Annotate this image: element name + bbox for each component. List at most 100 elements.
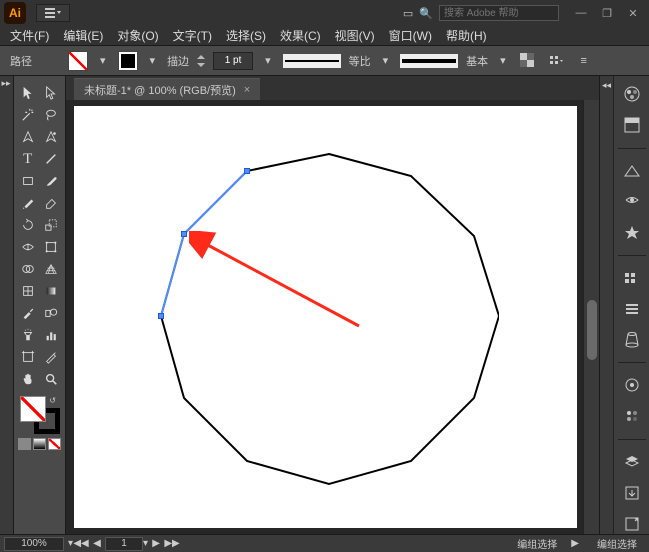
blend-tool[interactable] [40, 302, 64, 324]
perspective-grid-tool[interactable] [40, 258, 64, 280]
menu-type[interactable]: 文字(T) [167, 25, 218, 46]
profile-dropdown[interactable]: ▾ [379, 54, 393, 67]
artboard-tool[interactable] [16, 346, 40, 368]
brushes-panel-icon[interactable] [620, 191, 644, 212]
magic-wand-tool[interactable] [16, 104, 40, 126]
brush-dropdown[interactable]: ▾ [496, 54, 510, 67]
eyedropper-tool[interactable] [16, 302, 40, 324]
fill-swatch[interactable] [68, 51, 88, 71]
menu-file[interactable]: 文件(F) [4, 25, 55, 46]
object-type-label: 路径 [10, 53, 32, 69]
zoom-level-input[interactable]: 100% [4, 537, 64, 551]
stroke-stepper-icon[interactable] [197, 54, 205, 68]
status-arrow-icon[interactable]: ▶ [565, 538, 585, 549]
document-tab[interactable]: 未标题-1* @ 100% (RGB/预览) × [74, 78, 260, 100]
style-icon[interactable] [546, 51, 566, 71]
menu-object[interactable]: 对象(O) [111, 25, 164, 46]
color-guide-panel-icon[interactable] [620, 115, 644, 136]
first-artboard-btn[interactable]: ◀◀ [73, 538, 89, 549]
asset-export-panel-icon[interactable] [620, 482, 644, 503]
scale-tool[interactable] [40, 214, 64, 236]
swatches-panel-icon[interactable] [620, 160, 644, 181]
right-panel-dock [613, 76, 649, 534]
menu-window[interactable]: 窗口(W) [383, 25, 438, 46]
menu-effect[interactable]: 效果(C) [274, 25, 327, 46]
gradient-panel-icon[interactable] [620, 299, 644, 320]
menu-view[interactable]: 视图(V) [329, 25, 381, 46]
anchor-point[interactable] [181, 231, 187, 237]
rectangle-tool[interactable] [16, 170, 40, 192]
eraser-tool[interactable] [40, 192, 64, 214]
color-mode-btn[interactable] [18, 438, 31, 450]
vertical-scrollbar[interactable] [583, 100, 599, 534]
type-tool[interactable]: T [16, 148, 40, 170]
workspace-switcher[interactable] [36, 4, 70, 22]
stroke-dropdown[interactable]: ▾ [146, 54, 160, 67]
prev-artboard-btn[interactable]: ◀ [89, 538, 105, 549]
mesh-tool[interactable] [16, 280, 40, 302]
stroke-swatch[interactable] [118, 51, 138, 71]
none-mode-btn[interactable] [48, 438, 61, 450]
fill-dropdown[interactable]: ▾ [96, 54, 110, 67]
slice-tool[interactable] [40, 346, 64, 368]
selection-tool[interactable] [16, 82, 40, 104]
stroke-panel-icon[interactable] [620, 268, 644, 289]
fill-color-box[interactable] [20, 396, 46, 422]
artboard-canvas[interactable] [74, 106, 577, 528]
close-button[interactable]: ✕ [621, 4, 645, 22]
lasso-tool[interactable] [40, 104, 64, 126]
transparency-panel-icon[interactable] [620, 329, 644, 350]
appearance-panel-icon[interactable] [620, 375, 644, 396]
last-artboard-btn[interactable]: ▶▶ [164, 538, 180, 549]
menu-select[interactable]: 选择(S) [220, 25, 272, 46]
search-input[interactable] [439, 5, 559, 21]
maximize-button[interactable]: ❐ [595, 4, 619, 22]
control-bar: 路径 ▾ ▾ 描边 ▾ 等比 ▾ 基本 ▾ ≡ [0, 46, 649, 76]
hand-tool[interactable] [16, 368, 40, 390]
symbols-panel-icon[interactable] [620, 222, 644, 243]
libraries-panel-icon[interactable] [620, 513, 644, 534]
scrollbar-thumb[interactable] [587, 300, 597, 360]
curvature-tool[interactable] [40, 126, 64, 148]
selection-info: 编组选择 [509, 536, 565, 551]
anchor-point[interactable] [244, 168, 250, 174]
free-transform-tool[interactable] [40, 236, 64, 258]
artboard-number-input[interactable]: 1 [105, 537, 143, 551]
tool-strip-collapse[interactable]: ▸▸ [0, 76, 14, 534]
fill-stroke-control[interactable]: ↺ [20, 396, 60, 434]
direct-selection-tool[interactable] [40, 82, 64, 104]
tab-close-icon[interactable]: × [244, 84, 250, 96]
arrange-docs-icon[interactable]: ▭ [403, 7, 413, 20]
color-panel-icon[interactable] [620, 84, 644, 105]
panel-strip-collapse[interactable]: ◂◂ [599, 76, 613, 534]
pen-tool[interactable] [16, 126, 40, 148]
shaper-tool[interactable] [16, 192, 40, 214]
menu-edit[interactable]: 编辑(E) [57, 25, 109, 46]
stroke-weight-dropdown[interactable]: ▾ [261, 54, 275, 67]
zoom-tool[interactable] [40, 368, 64, 390]
menu-help[interactable]: 帮助(H) [440, 25, 493, 46]
document-tab-label: 未标题-1* @ 100% (RGB/预览) [84, 82, 236, 98]
profile-label: 等比 [349, 53, 371, 69]
stroke-label[interactable]: 描边 [167, 53, 189, 69]
stroke-weight-input[interactable] [213, 52, 253, 70]
paintbrush-tool[interactable] [40, 170, 64, 192]
shape-builder-tool[interactable] [16, 258, 40, 280]
next-artboard-btn[interactable]: ▶ [148, 538, 164, 549]
layers-panel-icon[interactable] [620, 452, 644, 473]
column-graph-tool[interactable] [40, 324, 64, 346]
brush-preview[interactable] [400, 54, 458, 68]
menu-icon[interactable]: ≡ [574, 51, 594, 71]
graphic-styles-panel-icon[interactable] [620, 406, 644, 427]
rotate-tool[interactable] [16, 214, 40, 236]
gradient-tool[interactable] [40, 280, 64, 302]
width-tool[interactable] [16, 236, 40, 258]
anchor-point[interactable] [158, 313, 164, 319]
symbol-sprayer-tool[interactable] [16, 324, 40, 346]
gradient-mode-btn[interactable] [33, 438, 46, 450]
line-segment-tool[interactable] [40, 148, 64, 170]
profile-preview[interactable] [283, 54, 341, 68]
minimize-button[interactable]: — [569, 4, 593, 22]
opacity-icon[interactable] [518, 51, 538, 71]
swap-fill-stroke-icon[interactable]: ↺ [49, 396, 56, 405]
